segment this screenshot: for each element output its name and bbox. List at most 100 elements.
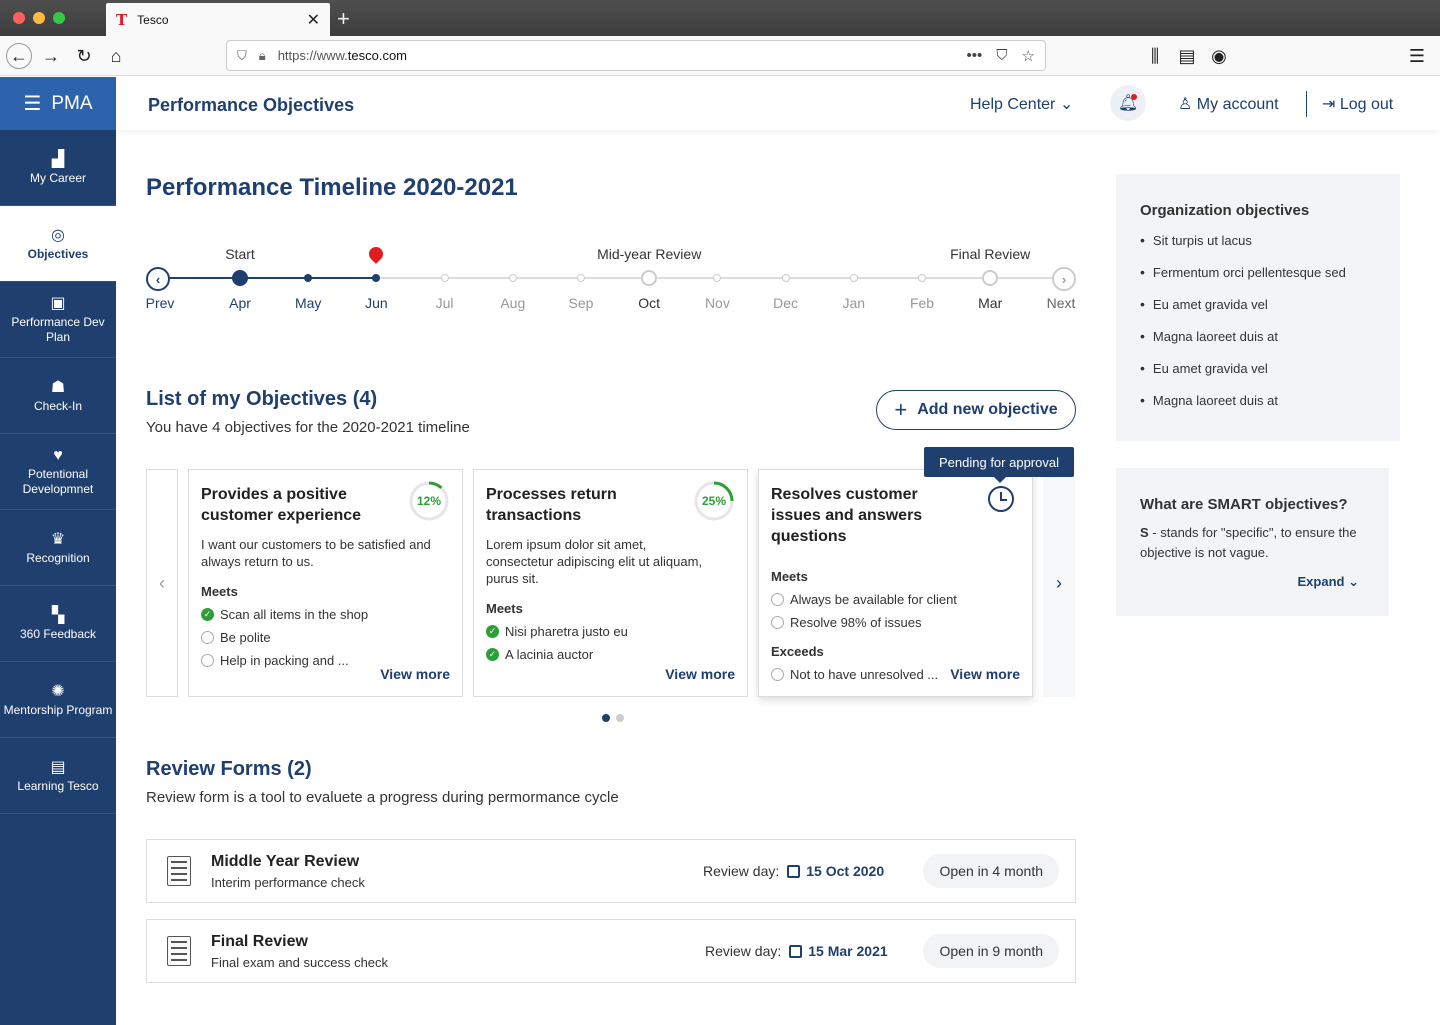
- sidebar-item-potentional-developmnet[interactable]: ♥ Potentional Developmnet: [0, 434, 116, 510]
- carousel-page-dot-active[interactable]: [602, 714, 610, 722]
- timeline-month-dot[interactable]: [304, 274, 313, 282]
- review-form-row[interactable]: Middle Year Review Interim performance ch…: [146, 839, 1076, 903]
- view-more-link[interactable]: View more: [665, 666, 735, 682]
- bookmark-star-icon[interactable]: ☆: [1022, 47, 1035, 65]
- timeline-milestone-circle[interactable]: [982, 270, 999, 286]
- objective-card[interactable]: Processes return transactions Lorem ipsum…: [473, 469, 748, 697]
- chevron-left-icon: ‹: [159, 572, 165, 593]
- help-center-dropdown[interactable]: Help Center ⌄: [970, 94, 1073, 114]
- sidebar-item-learning-tesco[interactable]: ▤ Learning Tesco: [0, 738, 116, 814]
- timeline-prev-button[interactable]: ‹: [146, 267, 170, 291]
- maximize-window-button[interactable]: [53, 12, 65, 24]
- my-account-link[interactable]: ♙ My account: [1178, 94, 1279, 114]
- timeline-month-dot[interactable]: [918, 274, 926, 282]
- view-more-link[interactable]: View more: [950, 666, 1020, 682]
- timeline-month-label: Jul: [435, 295, 454, 311]
- objective-criterion: ✓ A lacinia auctor: [486, 647, 735, 662]
- timeline-next-button[interactable]: ›: [1052, 267, 1076, 291]
- timeline-milestone-circle[interactable]: [641, 270, 658, 286]
- timeline-prev-label[interactable]: Prev: [146, 295, 175, 311]
- target-icon: ◎: [51, 226, 65, 244]
- sidebar-item-label: Objectives: [27, 246, 89, 261]
- add-objective-button[interactable]: + Add new objective: [876, 390, 1076, 430]
- timeline-start-marker[interactable]: [232, 270, 248, 286]
- address-bar[interactable]: ⛉ 🔒︎ https://www.tesco.com ••• ⛉ ☆: [226, 40, 1046, 71]
- menu-icon[interactable]: ☰: [1404, 43, 1430, 69]
- back-icon[interactable]: ←: [6, 43, 32, 69]
- new-tab-icon[interactable]: +: [337, 6, 350, 32]
- timeline-month-label: Dec: [773, 295, 799, 311]
- timeline-month-label: Oct: [638, 295, 661, 311]
- carousel-next-button[interactable]: ›: [1043, 469, 1075, 697]
- review-forms-title: Review Forms (2): [146, 758, 312, 780]
- objective-criterion: Always be available for client: [771, 592, 1020, 607]
- sidebar: ☰ PMA ▟ My Career ◎ Objectives ▣ Performance …: [0, 77, 116, 1025]
- timeline-next-label[interactable]: Next: [1047, 295, 1076, 311]
- review-subtitle: Interim performance check: [211, 875, 365, 890]
- timeline-month-label: Apr: [229, 295, 251, 311]
- sidebar-item-performance-dev-plan[interactable]: ▣ Performance Dev Plan: [0, 282, 116, 358]
- org-objective-item: Sit turpis ut lacus: [1140, 233, 1376, 265]
- sidebar-item-check-in[interactable]: ☗ Check-In: [0, 358, 116, 434]
- forward-icon[interactable]: →: [38, 43, 64, 69]
- sidebar-item-360-feedback[interactable]: ▚ 360 Feedback: [0, 586, 116, 662]
- expand-button[interactable]: Expand ⌄: [1298, 574, 1360, 590]
- sidebar-brand[interactable]: ☰ PMA: [0, 77, 116, 130]
- sidebar-item-label: Check-In: [33, 398, 83, 413]
- criterion-text: A lacinia auctor: [505, 647, 594, 662]
- progress-ring: 12%: [408, 480, 450, 522]
- browser-tab[interactable]: T Tesco ✕: [106, 3, 330, 36]
- timeline-month-dot[interactable]: [440, 274, 449, 282]
- logout-link[interactable]: ⇥ Log out: [1322, 94, 1393, 114]
- timeline-month-label: Feb: [909, 295, 935, 311]
- close-tab-icon[interactable]: ✕: [307, 10, 320, 30]
- more-actions-icon[interactable]: •••: [967, 47, 983, 65]
- sidebar-item-mentorship-program[interactable]: ✺ Mentorship Program: [0, 662, 116, 738]
- timeline-month-dot[interactable]: [372, 274, 381, 282]
- objective-title: Provides a positive customer experience: [201, 486, 362, 524]
- shield-icon[interactable]: ⛉: [237, 48, 247, 64]
- chevron-right-icon: ›: [1056, 572, 1062, 593]
- notifications-button[interactable]: 🔔︎: [1110, 85, 1146, 121]
- objective-card[interactable]: Resolves customer issues and answers que…: [758, 469, 1033, 697]
- sidebar-item-my-career[interactable]: ▟ My Career: [0, 130, 116, 206]
- smart-title: What are SMART objectives?: [1140, 496, 1348, 513]
- lock-icon[interactable]: 🔒︎: [259, 48, 266, 64]
- hamburger-menu-icon[interactable]: ☰: [23, 91, 41, 116]
- library-icon[interactable]: ⫼: [1142, 43, 1168, 69]
- pocket-icon[interactable]: ⛉: [996, 47, 1007, 65]
- browser-tab-bar: T Tesco ✕ +: [0, 0, 1440, 36]
- minimize-window-button[interactable]: [33, 12, 45, 24]
- view-more-link[interactable]: View more: [380, 666, 450, 682]
- pending-clock-icon[interactable]: [988, 486, 1014, 512]
- review-title: Middle Year Review: [211, 853, 360, 870]
- carousel-page-dot[interactable]: [616, 714, 624, 722]
- timeline-month-dot[interactable]: [713, 274, 722, 282]
- reader-view-icon[interactable]: ▤: [1174, 43, 1200, 69]
- home-icon[interactable]: ⌂: [103, 43, 129, 69]
- sidebar-item-objectives[interactable]: ◎ Objectives: [0, 206, 116, 282]
- close-window-button[interactable]: [13, 12, 25, 24]
- review-date: 15 Oct 2020: [787, 863, 884, 879]
- sidebar-item-label: My Career: [29, 170, 86, 185]
- sidebar-item-recognition[interactable]: ♛ Recognition: [0, 510, 116, 586]
- reload-icon[interactable]: ↻: [71, 43, 97, 69]
- smart-text: S - stands for "specific", to ensure the…: [1140, 525, 1357, 560]
- org-objective-item: Magna laoreet duis at: [1140, 329, 1376, 361]
- review-form-row[interactable]: Final Review Final exam and success check…: [146, 919, 1076, 983]
- account-circle-icon[interactable]: ◉: [1206, 43, 1232, 69]
- current-position-pin-icon: [366, 244, 387, 264]
- objective-section-label: Meets: [771, 569, 808, 584]
- timeline-month-label: Sep: [568, 295, 594, 311]
- timeline-month-dot[interactable]: [849, 274, 858, 282]
- objective-card[interactable]: Provides a positive customer experience I…: [188, 469, 463, 697]
- timeline-month-dot[interactable]: [577, 274, 585, 282]
- clipboard-icon: ▣: [50, 295, 66, 312]
- page-header: Performance Objectives Help Center ⌄ 🔔︎ …: [116, 77, 1440, 130]
- carousel-prev-button[interactable]: ‹: [146, 469, 178, 697]
- objective-section-label: Meets: [201, 584, 238, 599]
- timeline-month-dot[interactable]: [781, 274, 790, 282]
- page-title: Performance Objectives: [148, 95, 355, 115]
- timeline-month-label: May: [294, 295, 322, 311]
- timeline-month-dot[interactable]: [508, 274, 517, 282]
